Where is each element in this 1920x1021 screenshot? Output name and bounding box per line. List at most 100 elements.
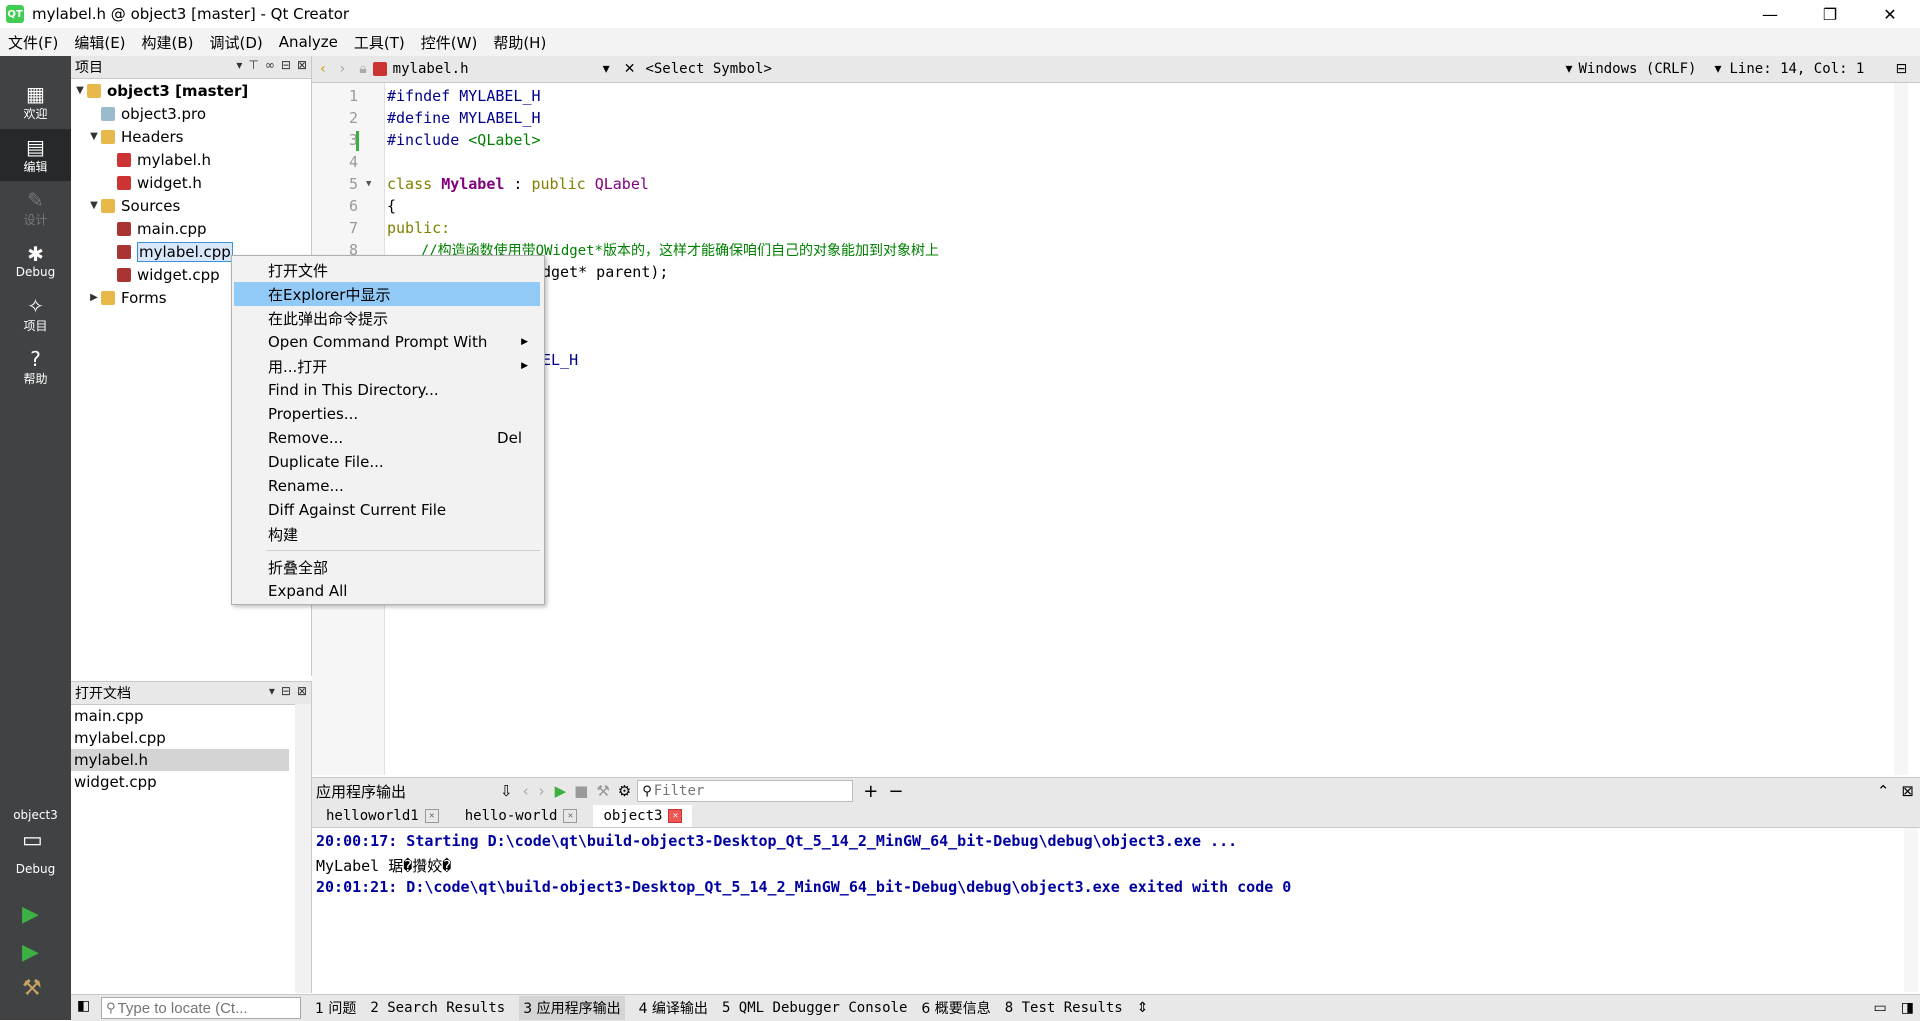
output-tab-active[interactable]: object3 ✕ (593, 805, 693, 827)
close-pane-icon[interactable]: ⊠ (1901, 782, 1914, 800)
mode-projects[interactable]: ✧ 项目 (0, 288, 71, 340)
attach-icon[interactable]: ⇩ (500, 782, 513, 800)
run-icon[interactable]: ▶ (555, 782, 567, 800)
tree-item-widget-h[interactable]: widget.h (71, 171, 311, 194)
clean-icon[interactable]: ⚒ (596, 782, 609, 800)
menu-item-collapse-all[interactable]: 折叠全部 (234, 555, 540, 579)
split-icon[interactable]: ⊟ (281, 684, 291, 698)
menu-item-find-in-directory[interactable]: Find in This Directory... (234, 378, 540, 402)
menu-item-diff[interactable]: Diff Against Current File (234, 498, 540, 522)
open-file-selector[interactable]: mylabel.h (393, 61, 603, 77)
status-tab-general-messages[interactable]: 6 概要信息 (921, 998, 990, 1018)
chevron-down-icon[interactable]: ▾ (1565, 61, 1572, 77)
chevron-down-icon[interactable]: ▾ (236, 58, 242, 72)
collapse-arrow-icon[interactable]: ▶ (87, 292, 101, 303)
next-icon[interactable]: › (539, 782, 545, 800)
menu-edit[interactable]: 编辑(E) (66, 32, 133, 53)
chevron-down-icon[interactable]: ▾ (603, 61, 610, 77)
monitor-icon[interactable]: ▭ (22, 828, 43, 853)
menu-item-properties[interactable]: Properties... (234, 402, 540, 426)
menu-debug[interactable]: 调试(D) (202, 32, 271, 53)
open-doc-item[interactable]: mylabel.h (71, 749, 289, 771)
chevron-down-icon[interactable]: ▾ (269, 684, 275, 698)
open-doc-item[interactable]: main.cpp (71, 705, 289, 727)
forward-arrow-icon[interactable]: › (340, 61, 346, 77)
link-icon[interactable]: ∞ (265, 58, 275, 72)
mode-debug[interactable]: ✱ Debug (0, 235, 71, 287)
close-button[interactable]: ✕ (1860, 0, 1920, 28)
status-tab-app-output[interactable]: 3 应用程序输出 (519, 996, 625, 1020)
output-toggle-icon[interactable]: ◨ (1901, 1000, 1914, 1016)
minimize-button[interactable]: — (1740, 0, 1800, 28)
prev-icon[interactable]: ‹ (523, 782, 529, 800)
minus-icon[interactable]: − (888, 781, 903, 802)
output-tab[interactable]: hello-world ✕ (455, 805, 588, 827)
status-tab-compile-output[interactable]: 4 编译输出 (639, 998, 708, 1018)
code-editor[interactable]: 1 2 3 4 5 6 7 8 ▼ #ifndef MYLABEL_H #def… (312, 83, 1908, 775)
status-tab-test-results[interactable]: 8 Test Results (1005, 1000, 1123, 1016)
close-tab-icon[interactable]: ✕ (563, 809, 578, 823)
open-doc-item[interactable]: widget.cpp (71, 771, 289, 793)
menu-item-open-file[interactable]: 打开文件 (234, 258, 540, 282)
filter-icon[interactable]: ⊤ (248, 58, 258, 72)
more-tabs-icon[interactable]: ⇕ (1137, 1000, 1149, 1016)
output-body[interactable]: 20:00:17: Starting D:\code\qt\build-obje… (312, 828, 1918, 992)
menu-tools[interactable]: 工具(T) (346, 32, 413, 53)
tree-folder-headers[interactable]: ▼ Headers (71, 125, 311, 148)
menu-item-open-with[interactable]: 用...打开 ▶ (234, 354, 540, 378)
output-tab[interactable]: helloworld1 ✕ (316, 805, 449, 827)
menu-file[interactable]: 文件(F) (0, 32, 66, 53)
menu-item-build[interactable]: 构建 (234, 522, 540, 546)
menu-item-open-cmd-with[interactable]: Open Command Prompt With ▶ (234, 330, 540, 354)
mode-edit[interactable]: ▤ 编辑 (0, 129, 71, 181)
tree-root[interactable]: ▼ object3 [master] (71, 79, 311, 102)
mode-design[interactable]: ✎ 设计 (0, 182, 71, 234)
maximize-pane-icon[interactable]: ⌃ (1877, 782, 1890, 800)
menu-controls[interactable]: 控件(W) (413, 32, 486, 53)
add-icon[interactable]: + (863, 781, 878, 802)
expand-arrow-icon[interactable]: ▼ (87, 131, 101, 142)
expand-arrow-icon[interactable]: ▼ (87, 200, 101, 211)
close-tab-icon[interactable]: ✕ (424, 809, 439, 823)
mode-welcome[interactable]: ▦ 欢迎 (0, 76, 71, 128)
settings-gear-icon[interactable]: ⚙ (618, 782, 631, 800)
maximize-button[interactable]: ❐ (1800, 0, 1860, 28)
tree-item-pro[interactable]: object3.pro (71, 102, 311, 125)
output-scrollbar[interactable] (1904, 828, 1918, 992)
tree-item-main-cpp[interactable]: main.cpp (71, 217, 311, 240)
tree-item-mylabel-h[interactable]: mylabel.h (71, 148, 311, 171)
line-ending-selector[interactable]: Windows (CRLF) (1578, 61, 1714, 77)
build-hammer-icon[interactable]: ⚒ (22, 976, 42, 1001)
output-filter-input[interactable] (651, 782, 836, 800)
editor-scrollbar[interactable] (1894, 83, 1908, 775)
close-panel-icon[interactable]: ⊠ (297, 58, 307, 72)
debug-run-icon[interactable]: ▶ (22, 940, 39, 965)
close-file-icon[interactable]: ✕ (624, 61, 636, 77)
stop-icon[interactable]: ■ (574, 782, 588, 800)
expand-arrow-icon[interactable]: ▼ (73, 85, 87, 96)
open-doc-item[interactable]: mylabel.cpp (71, 727, 289, 749)
menu-item-show-in-explorer[interactable]: 在Explorer中显示 (234, 282, 540, 306)
chevron-down-icon[interactable]: ▾ (1714, 61, 1721, 77)
progress-icon[interactable]: ▭ (1874, 1000, 1887, 1016)
symbol-selector[interactable]: <Select Symbol> (645, 61, 1565, 77)
back-arrow-icon[interactable]: ‹ (320, 61, 326, 77)
menu-item-expand-all[interactable]: Expand All (234, 579, 540, 603)
status-tab-qml-console[interactable]: 5 QML Debugger Console (722, 1000, 907, 1016)
close-panel-icon[interactable]: ⊠ (297, 684, 307, 698)
mode-help[interactable]: ? 帮助 (0, 341, 71, 393)
menu-item-rename[interactable]: Rename... (234, 474, 540, 498)
menu-item-open-cmd-here[interactable]: 在此弹出命令提示 (234, 306, 540, 330)
status-tab-search[interactable]: 2 Search Results (370, 1000, 505, 1016)
menu-item-remove[interactable]: Remove... Del (234, 426, 540, 450)
menu-analyze[interactable]: Analyze (271, 33, 346, 51)
fold-marker-icon[interactable]: ▼ (366, 179, 371, 189)
split-editor-icon[interactable]: ⊟ (1896, 61, 1908, 77)
run-icon[interactable]: ▶ (22, 902, 39, 927)
locator-input[interactable] (115, 998, 290, 1018)
menu-build[interactable]: 构建(B) (134, 32, 202, 53)
sidebar-toggle-icon[interactable]: ◧ (77, 998, 90, 1014)
menu-help[interactable]: 帮助(H) (485, 32, 554, 53)
open-docs-scrollbar[interactable] (295, 704, 311, 993)
split-icon[interactable]: ⊟ (281, 58, 291, 72)
